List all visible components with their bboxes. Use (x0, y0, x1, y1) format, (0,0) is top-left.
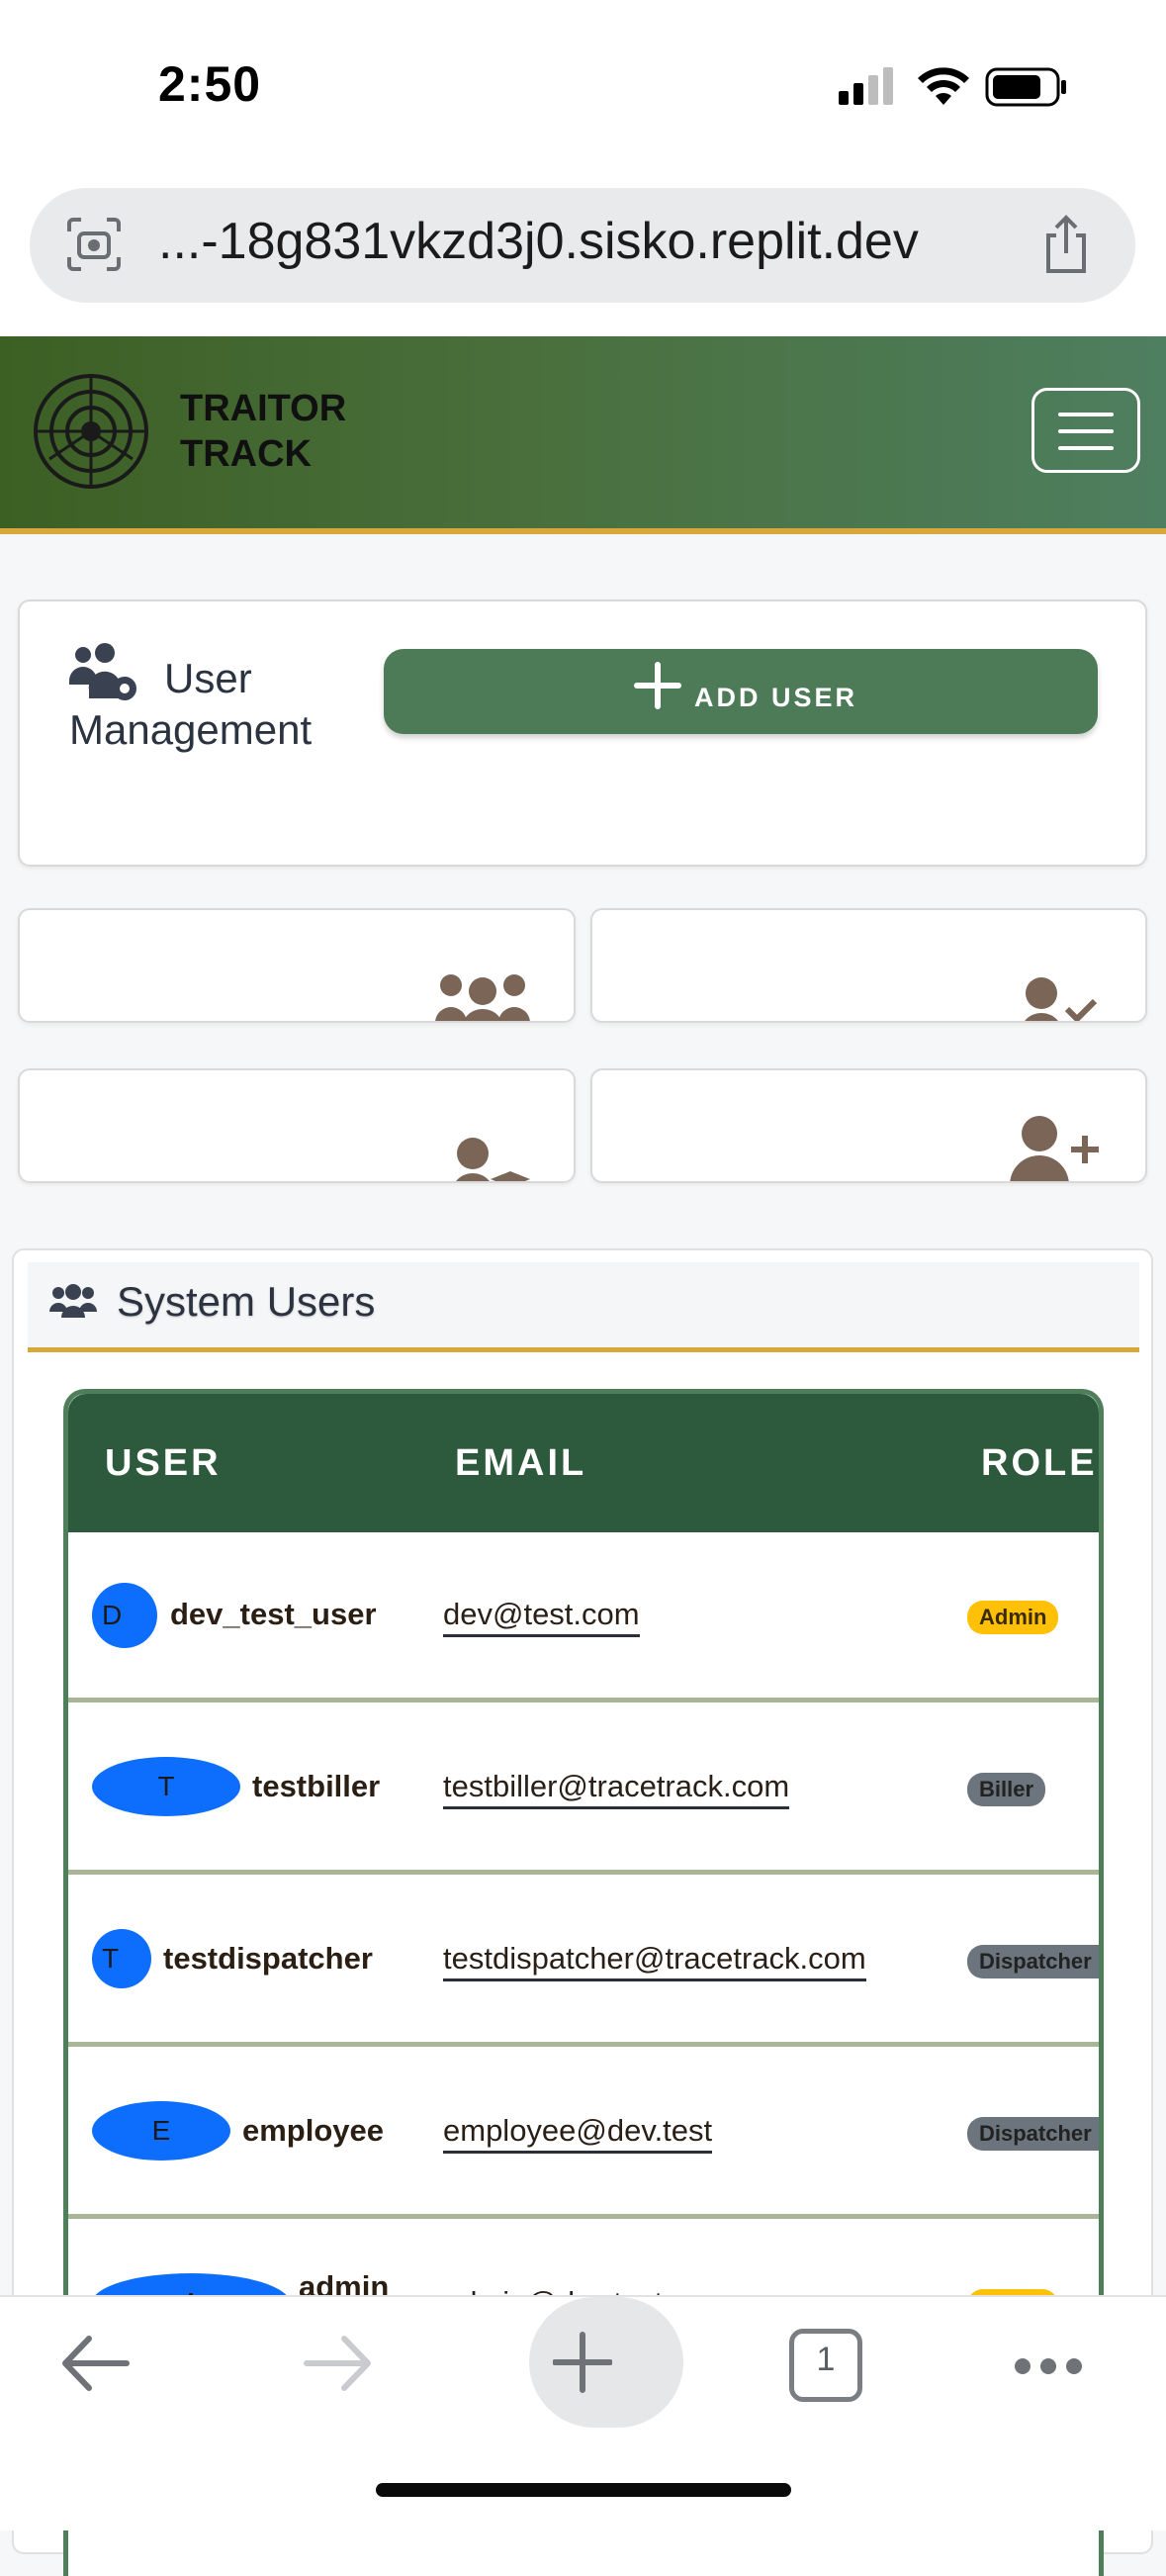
forward-arrow-icon[interactable] (303, 2333, 374, 2394)
menu-bar-icon (1058, 413, 1114, 416)
role-badge: Biller (967, 1773, 1046, 1806)
brand-line-2: TRACK (180, 433, 312, 475)
stat-card-active-users (590, 908, 1147, 1023)
user-check-icon (1025, 977, 1098, 1021)
more-options-icon[interactable] (1013, 2354, 1084, 2378)
stat-card-total-users (18, 908, 576, 1023)
role-badge: Dispatcher (967, 1945, 1099, 1978)
stat-card-new-users (590, 1068, 1147, 1183)
menu-bar-icon (1058, 429, 1114, 433)
avatar: E (92, 2101, 230, 2161)
user-plus-icon (1010, 1116, 1099, 1181)
username: testbiller (252, 1769, 381, 1803)
column-header-user[interactable]: USER (105, 1442, 222, 1485)
row-divider (68, 2042, 1099, 2047)
username: testdispatcher (163, 1941, 373, 1976)
plus-icon (634, 662, 681, 709)
username: employee (242, 2113, 385, 2148)
tab-count: 1 (816, 2341, 836, 2378)
home-indicator (376, 2483, 791, 2497)
top-navbar (0, 336, 1166, 534)
page-settings-icon[interactable] (65, 216, 123, 273)
row-divider (68, 1870, 1099, 1875)
add-user-label: ADD USER (694, 683, 858, 712)
column-header-email[interactable]: EMAIL (455, 1442, 586, 1485)
share-icon[interactable] (1038, 214, 1094, 275)
brand-name[interactable]: TRAITOR TRACK (180, 386, 346, 477)
avatar: T (92, 1757, 240, 1816)
brand-line-1: TRAITOR (180, 388, 347, 429)
user-graduate-icon (456, 1138, 530, 1181)
stat-card-admins (18, 1068, 576, 1183)
role-badge: Admin (967, 1601, 1059, 1634)
cellular-signal-icon (839, 67, 893, 105)
wifi-icon (918, 67, 969, 105)
status-time: 2:50 (158, 56, 262, 112)
row-divider (68, 1698, 1099, 1702)
users-icon (435, 974, 530, 1021)
battery-icon (985, 67, 1066, 107)
url-text[interactable]: ...-18g831vkzd3j0.sisko.replit.dev (158, 212, 919, 271)
email-link[interactable]: employee@dev.test (443, 2113, 713, 2154)
role-badge: Dispatcher (967, 2117, 1099, 2151)
system-users-title: System Users (117, 1278, 376, 1325)
plus-icon (553, 2332, 612, 2393)
column-header-role[interactable]: ROLE (981, 1442, 1099, 1485)
page-title: User Management (69, 653, 366, 756)
page-title-text: User Management (69, 655, 313, 753)
hamburger-menu-button[interactable] (1031, 388, 1140, 473)
email-link[interactable]: dev@test.com (443, 1597, 640, 1637)
logo-icon[interactable] (32, 372, 150, 491)
row-divider (68, 2214, 1099, 2219)
email-link[interactable]: testdispatcher@tracetrack.com (443, 1941, 866, 1981)
avatar: T (92, 1929, 151, 1988)
users-icon (49, 1284, 97, 1318)
back-arrow-icon[interactable] (59, 2333, 131, 2394)
avatar: D (92, 1583, 157, 1648)
email-link[interactable]: testbiller@tracetrack.com (443, 1769, 790, 1809)
menu-bar-icon (1058, 446, 1114, 450)
username: dev_test_user (170, 1597, 377, 1631)
